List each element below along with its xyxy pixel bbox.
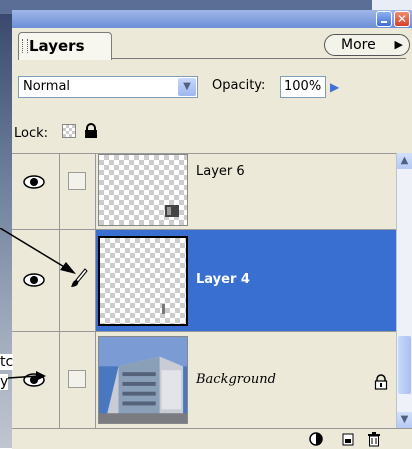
layer-name[interactable]: Background (196, 372, 276, 387)
adjustment-layer-icon[interactable] (308, 431, 324, 447)
tab-divider (112, 58, 406, 59)
panel-footer (12, 428, 412, 449)
blend-mode-value: Normal (23, 79, 71, 94)
layer-row[interactable]: Background (12, 332, 396, 429)
more-label: More (341, 37, 376, 53)
cropped-side-text: tc (0, 354, 14, 370)
layers-scrollbar[interactable]: ▲ ▼ (396, 153, 412, 428)
tab-label: Layers (29, 37, 85, 55)
layer-thumbnail (98, 154, 188, 226)
more-arrow-icon: ▶ (394, 38, 403, 51)
layer-thumbnail (98, 236, 188, 326)
close-icon[interactable]: ✕ (394, 11, 410, 27)
more-button[interactable]: More ▶ (324, 34, 410, 56)
callout-arrow-background (8, 371, 46, 381)
link-cell[interactable] (60, 154, 96, 229)
padlock-icon (374, 374, 388, 390)
layers-list: Layer 6 Layer 4 Background (12, 153, 396, 429)
thumbnail-mark (162, 304, 165, 314)
opacity-slider-arrow-icon[interactable]: ▶ (330, 78, 344, 96)
panel-title-bar[interactable]: ✕ (12, 10, 412, 28)
scroll-down-icon[interactable]: ▼ (397, 412, 412, 428)
layer-row[interactable]: Layer 6 (12, 154, 396, 230)
tab-layers[interactable]: Layers (18, 32, 112, 60)
link-box[interactable] (68, 172, 86, 190)
minimize-icon[interactable] (376, 11, 392, 27)
scroll-up-icon[interactable]: ▲ (397, 153, 412, 169)
callout-arrow-layer4 (0, 228, 76, 274)
layer-name[interactable]: Layer 4 (196, 272, 250, 287)
lock-all-icon[interactable] (84, 123, 98, 139)
eye-icon[interactable] (22, 174, 46, 190)
trash-icon[interactable] (366, 431, 382, 447)
lock-transparency-icon[interactable] (62, 124, 76, 138)
mini-image-icon (165, 205, 179, 217)
background-photo-thumbnail (98, 336, 188, 424)
visibility-cell[interactable] (12, 154, 60, 229)
grip-icon (22, 39, 28, 53)
link-box[interactable] (68, 370, 86, 388)
opacity-label: Opacity: (212, 78, 266, 93)
scroll-thumb[interactable] (398, 336, 411, 394)
link-cell[interactable] (60, 332, 96, 429)
lock-label: Lock: (14, 126, 49, 141)
dropdown-arrow-icon[interactable]: ▼ (178, 78, 196, 96)
opacity-input[interactable]: 100% (280, 76, 326, 98)
new-layer-icon[interactable] (340, 431, 356, 447)
layer-name[interactable]: Layer 6 (196, 164, 245, 179)
cropped-side-text: y (0, 374, 9, 390)
blend-mode-select[interactable]: Normal ▼ (18, 76, 198, 98)
